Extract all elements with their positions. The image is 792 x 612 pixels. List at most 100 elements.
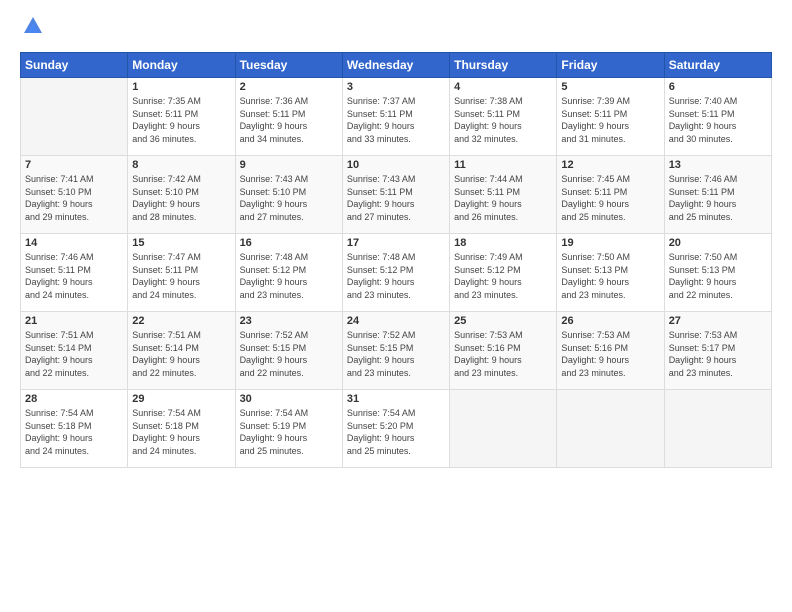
day-detail: Sunrise: 7:46 AMSunset: 5:11 PMDaylight:… xyxy=(669,173,767,223)
calendar-cell: 6Sunrise: 7:40 AMSunset: 5:11 PMDaylight… xyxy=(664,78,771,156)
day-detail: Sunrise: 7:52 AMSunset: 5:15 PMDaylight:… xyxy=(347,329,445,379)
calendar-cell: 11 Sunrise: 7:44 AMSunset: 5:11 PMDayligh… xyxy=(450,156,557,234)
day-detail: Sunrise: 7:52 AMSunset: 5:15 PMDaylight:… xyxy=(240,329,338,379)
day-number: 21 xyxy=(25,315,123,327)
day-number: 31 xyxy=(347,393,445,405)
calendar-cell: 27 Sunrise: 7:53 AMSunset: 5:17 PMDayligh… xyxy=(664,312,771,390)
day-detail: Sunrise: 7:43 AMSunset: 5:11 PMDaylight:… xyxy=(347,173,445,223)
day-detail: Sunrise: 7:35 AMSunset: 5:11 PMDaylight:… xyxy=(132,95,230,145)
calendar-cell: 29Sunrise: 7:54 AMSunset: 5:18 PMDayligh… xyxy=(128,390,235,468)
day-number: 5 xyxy=(561,81,659,93)
day-number: 15 xyxy=(132,237,230,249)
calendar-cell: 13 Sunrise: 7:46 AMSunset: 5:11 PMDayligh… xyxy=(664,156,771,234)
weekday-sunday: Sunday xyxy=(21,53,128,78)
day-number: 30 xyxy=(240,393,338,405)
day-detail: Sunrise: 7:46 AMSunset: 5:11 PMDaylight:… xyxy=(25,251,123,301)
calendar-cell: 10 Sunrise: 7:43 AMSunset: 5:11 PMDayligh… xyxy=(342,156,449,234)
day-number: 9 xyxy=(240,159,338,171)
calendar-cell: 26 Sunrise: 7:53 AMSunset: 5:16 PMDayligh… xyxy=(557,312,664,390)
calendar-cell: 4 Sunrise: 7:38 AMSunset: 5:11 PMDaylight… xyxy=(450,78,557,156)
day-detail: Sunrise: 7:50 AMSunset: 5:13 PMDaylight:… xyxy=(669,251,767,301)
calendar-body: 1 Sunrise: 7:35 AMSunset: 5:11 PMDaylight… xyxy=(21,78,772,468)
calendar-cell: 23 Sunrise: 7:52 AMSunset: 5:15 PMDayligh… xyxy=(235,312,342,390)
calendar-cell xyxy=(664,390,771,468)
day-detail: Sunrise: 7:53 AMSunset: 5:16 PMDaylight:… xyxy=(454,329,552,379)
day-detail: Sunrise: 7:44 AMSunset: 5:11 PMDaylight:… xyxy=(454,173,552,223)
header xyxy=(20,15,772,42)
day-number: 8 xyxy=(132,159,230,171)
day-number: 25 xyxy=(454,315,552,327)
week-row-2: 14 Sunrise: 7:46 AMSunset: 5:11 PMDayligh… xyxy=(21,234,772,312)
day-detail: Sunrise: 7:50 AMSunset: 5:13 PMDaylight:… xyxy=(561,251,659,301)
day-number: 6 xyxy=(669,81,767,93)
day-number: 16 xyxy=(240,237,338,249)
day-detail: Sunrise: 7:53 AMSunset: 5:17 PMDaylight:… xyxy=(669,329,767,379)
day-number: 2 xyxy=(240,81,338,93)
calendar-cell: 14 Sunrise: 7:46 AMSunset: 5:11 PMDayligh… xyxy=(21,234,128,312)
calendar-cell: 30 Sunrise: 7:54 AMSunset: 5:19 PMDayligh… xyxy=(235,390,342,468)
week-row-1: 7 Sunrise: 7:41 AMSunset: 5:10 PMDaylight… xyxy=(21,156,772,234)
calendar-table: SundayMondayTuesdayWednesdayThursdayFrid… xyxy=(20,52,772,468)
day-detail: Sunrise: 7:54 AMSunset: 5:18 PMDaylight:… xyxy=(132,407,230,457)
day-number: 1 xyxy=(132,81,230,93)
week-row-3: 21Sunrise: 7:51 AMSunset: 5:14 PMDayligh… xyxy=(21,312,772,390)
day-number: 11 xyxy=(454,159,552,171)
day-detail: Sunrise: 7:48 AMSunset: 5:12 PMDaylight:… xyxy=(240,251,338,301)
day-number: 18 xyxy=(454,237,552,249)
day-detail: Sunrise: 7:48 AMSunset: 5:12 PMDaylight:… xyxy=(347,251,445,301)
day-detail: Sunrise: 7:39 AMSunset: 5:11 PMDaylight:… xyxy=(561,95,659,145)
day-detail: Sunrise: 7:45 AMSunset: 5:11 PMDaylight:… xyxy=(561,173,659,223)
day-number: 27 xyxy=(669,315,767,327)
day-number: 10 xyxy=(347,159,445,171)
weekday-thursday: Thursday xyxy=(450,53,557,78)
calendar-cell: 9 Sunrise: 7:43 AMSunset: 5:10 PMDaylight… xyxy=(235,156,342,234)
calendar-cell: 25 Sunrise: 7:53 AMSunset: 5:16 PMDayligh… xyxy=(450,312,557,390)
day-detail: Sunrise: 7:38 AMSunset: 5:11 PMDaylight:… xyxy=(454,95,552,145)
calendar-cell: 20 Sunrise: 7:50 AMSunset: 5:13 PMDayligh… xyxy=(664,234,771,312)
weekday-saturday: Saturday xyxy=(664,53,771,78)
day-number: 26 xyxy=(561,315,659,327)
day-detail: Sunrise: 7:42 AMSunset: 5:10 PMDaylight:… xyxy=(132,173,230,223)
calendar-cell: 24 Sunrise: 7:52 AMSunset: 5:15 PMDayligh… xyxy=(342,312,449,390)
day-number: 4 xyxy=(454,81,552,93)
day-detail: Sunrise: 7:49 AMSunset: 5:12 PMDaylight:… xyxy=(454,251,552,301)
day-number: 23 xyxy=(240,315,338,327)
day-detail: Sunrise: 7:53 AMSunset: 5:16 PMDaylight:… xyxy=(561,329,659,379)
page: SundayMondayTuesdayWednesdayThursdayFrid… xyxy=(0,0,792,612)
calendar-cell: 15Sunrise: 7:47 AMSunset: 5:11 PMDayligh… xyxy=(128,234,235,312)
day-number: 28 xyxy=(25,393,123,405)
day-number: 12 xyxy=(561,159,659,171)
day-number: 13 xyxy=(669,159,767,171)
day-number: 14 xyxy=(25,237,123,249)
calendar-cell: 17 Sunrise: 7:48 AMSunset: 5:12 PMDayligh… xyxy=(342,234,449,312)
calendar-cell: 22Sunrise: 7:51 AMSunset: 5:14 PMDayligh… xyxy=(128,312,235,390)
calendar-cell: 5 Sunrise: 7:39 AMSunset: 5:11 PMDaylight… xyxy=(557,78,664,156)
week-row-4: 28 Sunrise: 7:54 AMSunset: 5:18 PMDayligh… xyxy=(21,390,772,468)
day-number: 7 xyxy=(25,159,123,171)
calendar-cell: 1 Sunrise: 7:35 AMSunset: 5:11 PMDaylight… xyxy=(128,78,235,156)
day-detail: Sunrise: 7:43 AMSunset: 5:10 PMDaylight:… xyxy=(240,173,338,223)
day-number: 24 xyxy=(347,315,445,327)
weekday-monday: Monday xyxy=(128,53,235,78)
week-row-0: 1 Sunrise: 7:35 AMSunset: 5:11 PMDaylight… xyxy=(21,78,772,156)
calendar-cell: 12 Sunrise: 7:45 AMSunset: 5:11 PMDayligh… xyxy=(557,156,664,234)
day-number: 20 xyxy=(669,237,767,249)
day-detail: Sunrise: 7:41 AMSunset: 5:10 PMDaylight:… xyxy=(25,173,123,223)
calendar-cell xyxy=(21,78,128,156)
weekday-friday: Friday xyxy=(557,53,664,78)
day-number: 17 xyxy=(347,237,445,249)
day-number: 22 xyxy=(132,315,230,327)
weekday-header-row: SundayMondayTuesdayWednesdayThursdayFrid… xyxy=(21,53,772,78)
weekday-tuesday: Tuesday xyxy=(235,53,342,78)
day-number: 19 xyxy=(561,237,659,249)
calendar-cell: 16 Sunrise: 7:48 AMSunset: 5:12 PMDayligh… xyxy=(235,234,342,312)
calendar-cell: 18 Sunrise: 7:49 AMSunset: 5:12 PMDayligh… xyxy=(450,234,557,312)
calendar-cell: 7 Sunrise: 7:41 AMSunset: 5:10 PMDaylight… xyxy=(21,156,128,234)
day-detail: Sunrise: 7:54 AMSunset: 5:19 PMDaylight:… xyxy=(240,407,338,457)
logo xyxy=(20,15,44,42)
calendar-cell: 2 Sunrise: 7:36 AMSunset: 5:11 PMDaylight… xyxy=(235,78,342,156)
day-detail: Sunrise: 7:37 AMSunset: 5:11 PMDaylight:… xyxy=(347,95,445,145)
calendar-cell: 19 Sunrise: 7:50 AMSunset: 5:13 PMDayligh… xyxy=(557,234,664,312)
calendar-cell: 3Sunrise: 7:37 AMSunset: 5:11 PMDaylight… xyxy=(342,78,449,156)
day-detail: Sunrise: 7:36 AMSunset: 5:11 PMDaylight:… xyxy=(240,95,338,145)
